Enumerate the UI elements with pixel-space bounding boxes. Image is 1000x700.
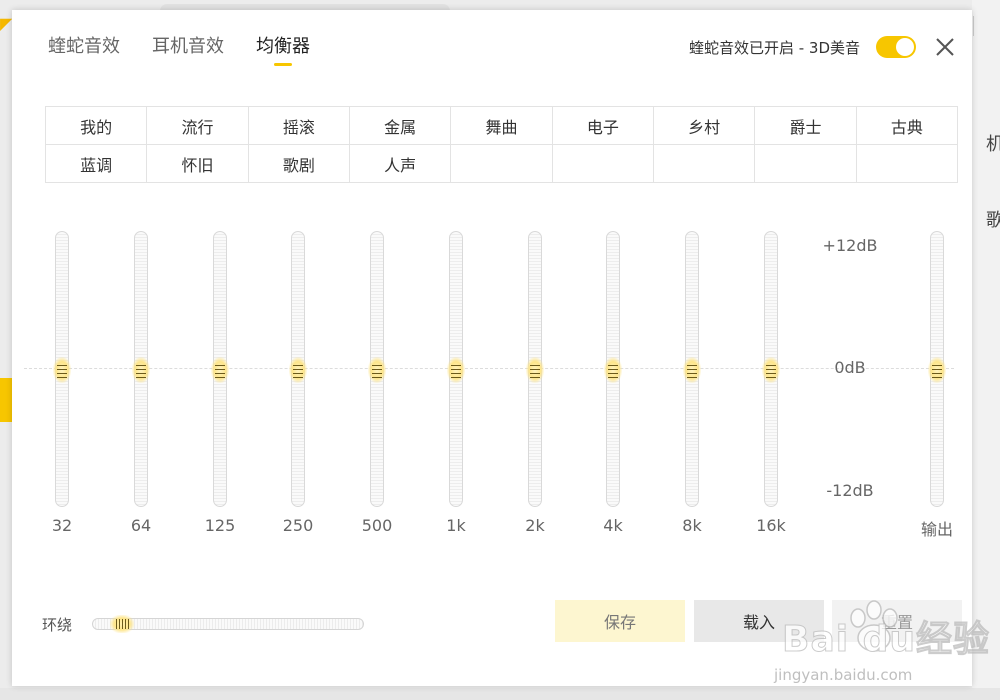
save-button[interactable]: 保存 [555,600,685,642]
eq-band-125-label: 125 [204,516,236,535]
eq-band-4k-slider-thumb[interactable] [604,357,622,383]
eq-band-250-label: 250 [282,516,314,535]
eq-output-slider-thumb[interactable] [928,357,946,383]
eq-band-64-slider-thumb[interactable] [132,357,150,383]
eq-band-32-label: 32 [51,516,73,535]
eq-output-label: 输出 [920,520,953,539]
preset-grid: 我的 流行 摇滚 金属 舞曲 电子 乡村 爵士 古典 蓝调 怀旧 歌剧 人声 [45,106,958,183]
preset-nostalgia[interactable]: 怀旧 [147,145,249,183]
effect-toggle[interactable] [876,36,916,58]
db-label-min: -12dB [826,481,874,500]
eq-band-16k-slider[interactable] [762,231,780,507]
eq-band-125-slider-thumb[interactable] [211,357,229,383]
eq-band-64-label: 64 [130,516,152,535]
eq-band-8k-slider[interactable] [683,231,701,507]
tab-bar: 蝰蛇音效 耳机音效 均衡器 [48,32,310,58]
eq-band-500-label: 500 [361,516,393,535]
preset-dance[interactable]: 舞曲 [451,107,553,145]
effect-status-text: 蝰蛇音效已开启 - 3D美音 [688,38,860,57]
preset-electronic[interactable]: 电子 [552,107,654,145]
eq-band-64-slider[interactable] [132,231,150,507]
eq-band-2k-slider-thumb[interactable] [526,357,544,383]
eq-band-8k-label: 8k [682,516,702,535]
preset-pop[interactable]: 流行 [147,107,249,145]
eq-band-16k-label: 16k [756,516,786,535]
eq-band-1k-label: 1k [446,516,466,535]
preset-my[interactable]: 我的 [46,107,148,145]
eq-output-slider[interactable] [928,231,946,507]
preset-empty [856,145,958,183]
preset-empty [451,145,553,183]
eq-band-1k-slider-thumb[interactable] [447,357,465,383]
preset-opera[interactable]: 歌剧 [248,145,350,183]
eq-band-250-slider-thumb[interactable] [289,357,307,383]
close-icon[interactable] [934,36,956,58]
eq-band-125-slider[interactable] [211,231,229,507]
eq-band-16k-slider-thumb[interactable] [762,357,780,383]
background-right-panel [972,0,1000,700]
preset-blues[interactable]: 蓝调 [46,145,148,183]
preset-empty [654,145,756,183]
preset-rock[interactable]: 摇滚 [248,107,350,145]
eq-band-4k-slider[interactable] [604,231,622,507]
eq-band-4k-label: 4k [603,516,623,535]
preset-vocal[interactable]: 人声 [350,145,452,183]
eq-band-500-slider-thumb[interactable] [368,357,386,383]
background-bottom-bar [0,688,1000,700]
reset-button[interactable]: 重置 [832,600,962,642]
tab-viper-effects[interactable]: 蝰蛇音效 [48,32,120,58]
surround-slider-thumb[interactable] [110,615,135,633]
db-label-max: +12dB [822,236,878,255]
eq-band-32-slider[interactable] [53,231,71,507]
preset-empty [755,145,857,183]
background-text: 机 [986,134,1000,155]
eq-band-2k-label: 2k [525,516,545,535]
surround-label: 环绕 [42,616,73,634]
background-text: 歌 [986,210,1000,231]
db-label-zero: 0dB [834,358,866,377]
preset-empty [552,145,654,183]
sound-effects-dialog: 蝰蛇音效 耳机音效 均衡器 蝰蛇音效已开启 - 3D美音 我的 流行 摇滚 金属… [12,10,990,686]
effect-status: 蝰蛇音效已开启 - 3D美音 [689,36,916,58]
tab-equalizer[interactable]: 均衡器 [256,32,310,58]
load-button[interactable]: 载入 [694,600,824,642]
eq-band-2k-slider[interactable] [526,231,544,507]
eq-band-32-slider-thumb[interactable] [53,357,71,383]
preset-classical[interactable]: 古典 [856,107,958,145]
preset-country[interactable]: 乡村 [654,107,756,145]
eq-band-250-slider[interactable] [289,231,307,507]
toggle-knob [896,38,914,56]
eq-band-1k-slider[interactable] [447,231,465,507]
background-active-indicator [0,378,12,422]
background-separator [973,16,974,36]
watermark-url: jingyan.baidu.com [774,666,913,684]
preset-metal[interactable]: 金属 [350,107,452,145]
preset-jazz[interactable]: 爵士 [755,107,857,145]
tab-headphone-effects[interactable]: 耳机音效 [152,32,224,58]
surround-slider[interactable] [92,615,364,633]
eq-band-500-slider[interactable] [368,231,386,507]
eq-band-8k-slider-thumb[interactable] [683,357,701,383]
